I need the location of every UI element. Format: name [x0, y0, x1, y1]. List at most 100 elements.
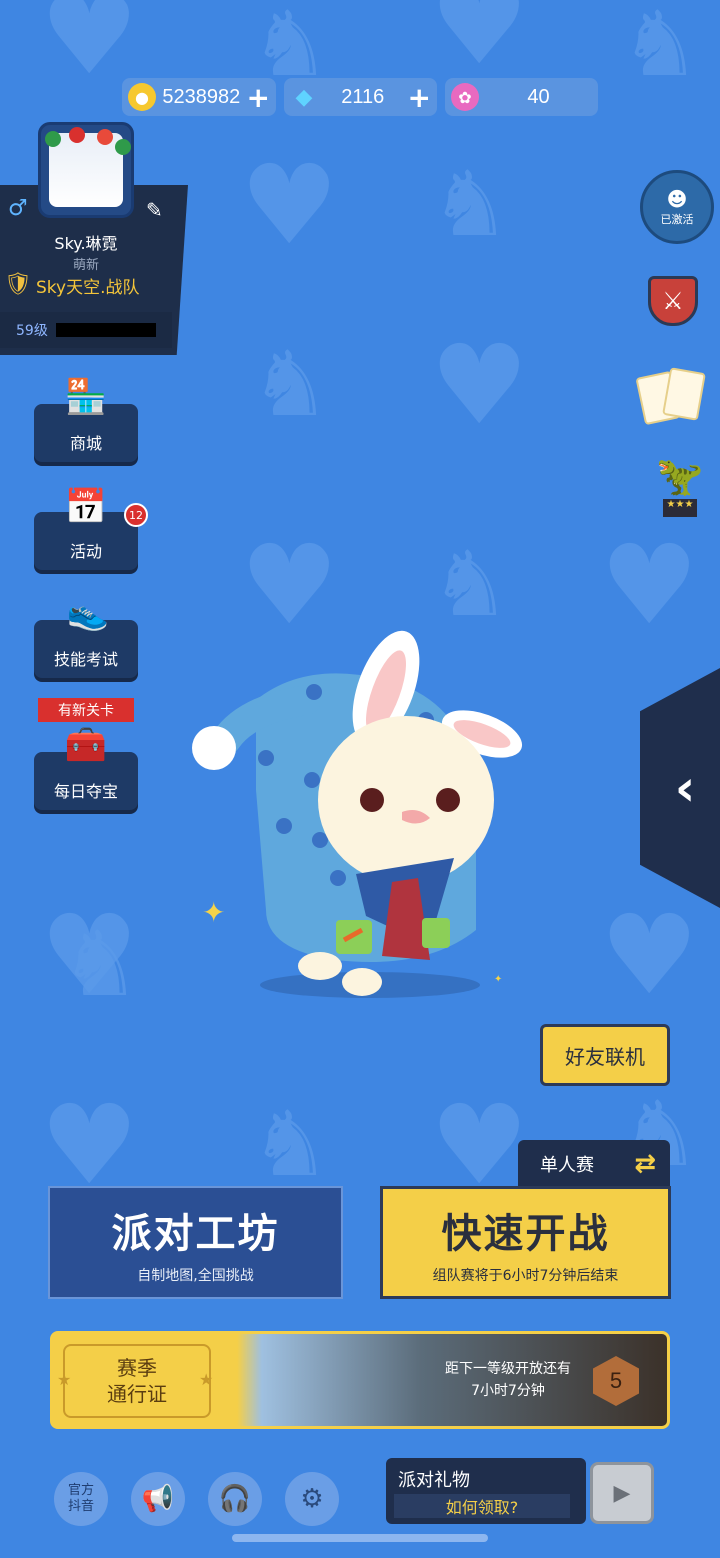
player-name: Sky.琳霓 [54, 234, 118, 253]
pass-info-line1: 距下一等级开放还有 [445, 1361, 571, 1377]
mode-label: 单人赛 [540, 1155, 594, 1176]
official-douyin-button[interactable]: 官方 抖音 [54, 1472, 108, 1526]
ornament-icon [97, 129, 113, 145]
gear-icon: ⚙ [300, 1484, 324, 1514]
diamond-icon: ◆ [295, 84, 313, 110]
official-label-line2: 抖音 [67, 1499, 94, 1514]
heart-pattern-icon: ♥ [600, 891, 699, 1019]
team-row[interactable]: 🛡 Sky天空.战队 [4, 272, 140, 298]
add-diamonds-button[interactable]: + [408, 81, 431, 114]
lotus-value: 40 [527, 85, 550, 108]
megaphone-button[interactable]: 📢 [131, 1472, 185, 1526]
mode-switch-tab[interactable]: 单人赛 ⇄ [518, 1140, 670, 1188]
ranking-trophy-icon[interactable]: 🦖 ★★★ [648, 448, 712, 522]
party-gift-panel[interactable]: 派对礼物 如何领取? [386, 1458, 586, 1524]
calendar-icon: 📅 [64, 487, 108, 527]
video-chest-icon[interactable]: ▶ [590, 1462, 654, 1524]
hat-pattern-icon: ♞ [620, 0, 701, 97]
ornament-icon [45, 131, 61, 147]
quick-battle-title: 快速开战 [441, 1210, 610, 1257]
add-coins-button[interactable]: + [247, 81, 270, 114]
quick-battle-button[interactable]: 快速开战 组队赛将于6小时7分钟后结束 [380, 1186, 671, 1299]
battle-shield-icon[interactable]: ⚔ [648, 276, 698, 326]
season-pass-ticket: 赛季 通行证 [63, 1344, 211, 1418]
hat-pattern-icon: ♞ [250, 1092, 331, 1197]
home-indicator[interactable] [232, 1534, 488, 1542]
level-text: 59级 [16, 323, 48, 339]
pass-level-badge: 5 [593, 1356, 639, 1406]
shop-label: 商城 [69, 434, 102, 453]
headset-icon: 🎧 [218, 1484, 252, 1514]
shop-icon: 🏪 [64, 377, 108, 417]
star-icon: ★ [199, 1370, 214, 1389]
settings-button[interactable]: ⚙ [285, 1472, 339, 1526]
heart-pattern-icon: ♥ [240, 141, 339, 269]
pass-info-line2: 7小时7分钟 [471, 1383, 545, 1400]
diamond-value: 2116 [341, 85, 385, 108]
edit-pencil-icon[interactable]: ✎ [146, 198, 163, 222]
skill-test-label: 技能考试 [53, 650, 118, 669]
new-level-tag: 有新关卡 [38, 698, 134, 722]
sparkle-icon: ✦ [202, 896, 226, 929]
ornament-icon [115, 139, 131, 155]
official-label-line1: 官方 [67, 1483, 94, 1499]
heart-pattern-icon: ♥ [240, 521, 339, 649]
quick-battle-subtitle: 组队赛将于6小时7分钟后结束 [432, 1267, 619, 1284]
chevron-left-icon: ‹ [674, 759, 696, 817]
star-icon: ★ [57, 1370, 72, 1389]
character-icon: ☻ [666, 187, 688, 211]
friend-play-button[interactable]: 好友联机 [540, 1024, 670, 1086]
ornament-icon [69, 127, 85, 143]
lotus-counter: ✿ 40 [445, 78, 598, 116]
activity-badge: 12 [124, 503, 148, 527]
sparkle-icon: ✦ [494, 974, 503, 985]
season-pass-info: 距下一等级开放还有 7小时7分钟 [433, 1358, 583, 1403]
season-pass-line1: 赛季 [117, 1356, 157, 1380]
gift-title: 派对礼物 [398, 1470, 470, 1491]
activated-pass-badge[interactable]: ☻ 已激活 [640, 170, 714, 244]
avatar-portrait [49, 133, 123, 207]
workshop-subtitle: 自制地图,全国挑战 [137, 1267, 254, 1284]
male-gender-icon: ♂ [8, 196, 28, 221]
gift-how-link[interactable]: 如何领取? [394, 1494, 570, 1518]
activated-label: 已激活 [660, 213, 694, 226]
player-rank: 萌新 [72, 258, 99, 273]
season-pass-banner[interactable]: 赛季 通行证 ★ ★ 距下一等级开放还有 7小时7分钟 5 [50, 1331, 670, 1429]
megaphone-icon: 📢 [141, 1484, 175, 1514]
official-douyin-label: 官方 抖音 [68, 1483, 94, 1514]
trophy-shield-icon: 🛡 [4, 272, 32, 297]
heart-pattern-icon: ♥ [40, 0, 139, 99]
party-workshop-button[interactable]: 派对工坊 自制地图,全国挑战 [48, 1186, 343, 1299]
hat-pattern-icon: ♞ [60, 912, 141, 1017]
avatar[interactable] [38, 122, 134, 218]
team-name: Sky天空.战队 [36, 277, 140, 298]
lotus-icon: ✿ [451, 83, 479, 111]
coin-value: 5238982 [162, 85, 241, 108]
swap-icon: ⇄ [634, 1149, 656, 1179]
coin-counter: ● 5238982 + [122, 78, 276, 116]
hat-pattern-icon: ♞ [250, 0, 331, 97]
heart-pattern-icon: ♥ [430, 0, 529, 89]
daily-treasure-label: 每日夺宝 [53, 782, 118, 801]
heart-pattern-icon: ♥ [600, 521, 699, 649]
hat-pattern-icon: ♞ [250, 332, 331, 437]
level-bar: 59级 [0, 312, 172, 348]
bunny-character[interactable] [186, 630, 526, 1000]
hat-pattern-icon: ♞ [430, 152, 511, 257]
stars-plinth-icon: ★★★ [663, 498, 697, 517]
support-button[interactable]: 🎧 [208, 1472, 262, 1526]
cards-icon[interactable] [635, 367, 708, 426]
treasure-chest-icon: 🧰 [64, 725, 108, 765]
heart-pattern-icon: ♥ [40, 1081, 139, 1209]
card-icon [662, 367, 706, 421]
workshop-title: 派对工坊 [111, 1210, 280, 1257]
diamond-counter: ◆ 2116 + [284, 78, 437, 116]
heart-pattern-icon: ♥ [430, 321, 529, 449]
activity-label: 活动 [69, 542, 102, 561]
heart-pattern-icon: ♥ [430, 1081, 529, 1209]
dino-trophy-icon: 🦖 [656, 453, 704, 498]
redacted-bar [55, 323, 156, 337]
coin-icon: ● [128, 83, 156, 111]
season-pass-line2: 通行证 [107, 1382, 167, 1406]
sneaker-icon: 👟 [66, 593, 110, 633]
